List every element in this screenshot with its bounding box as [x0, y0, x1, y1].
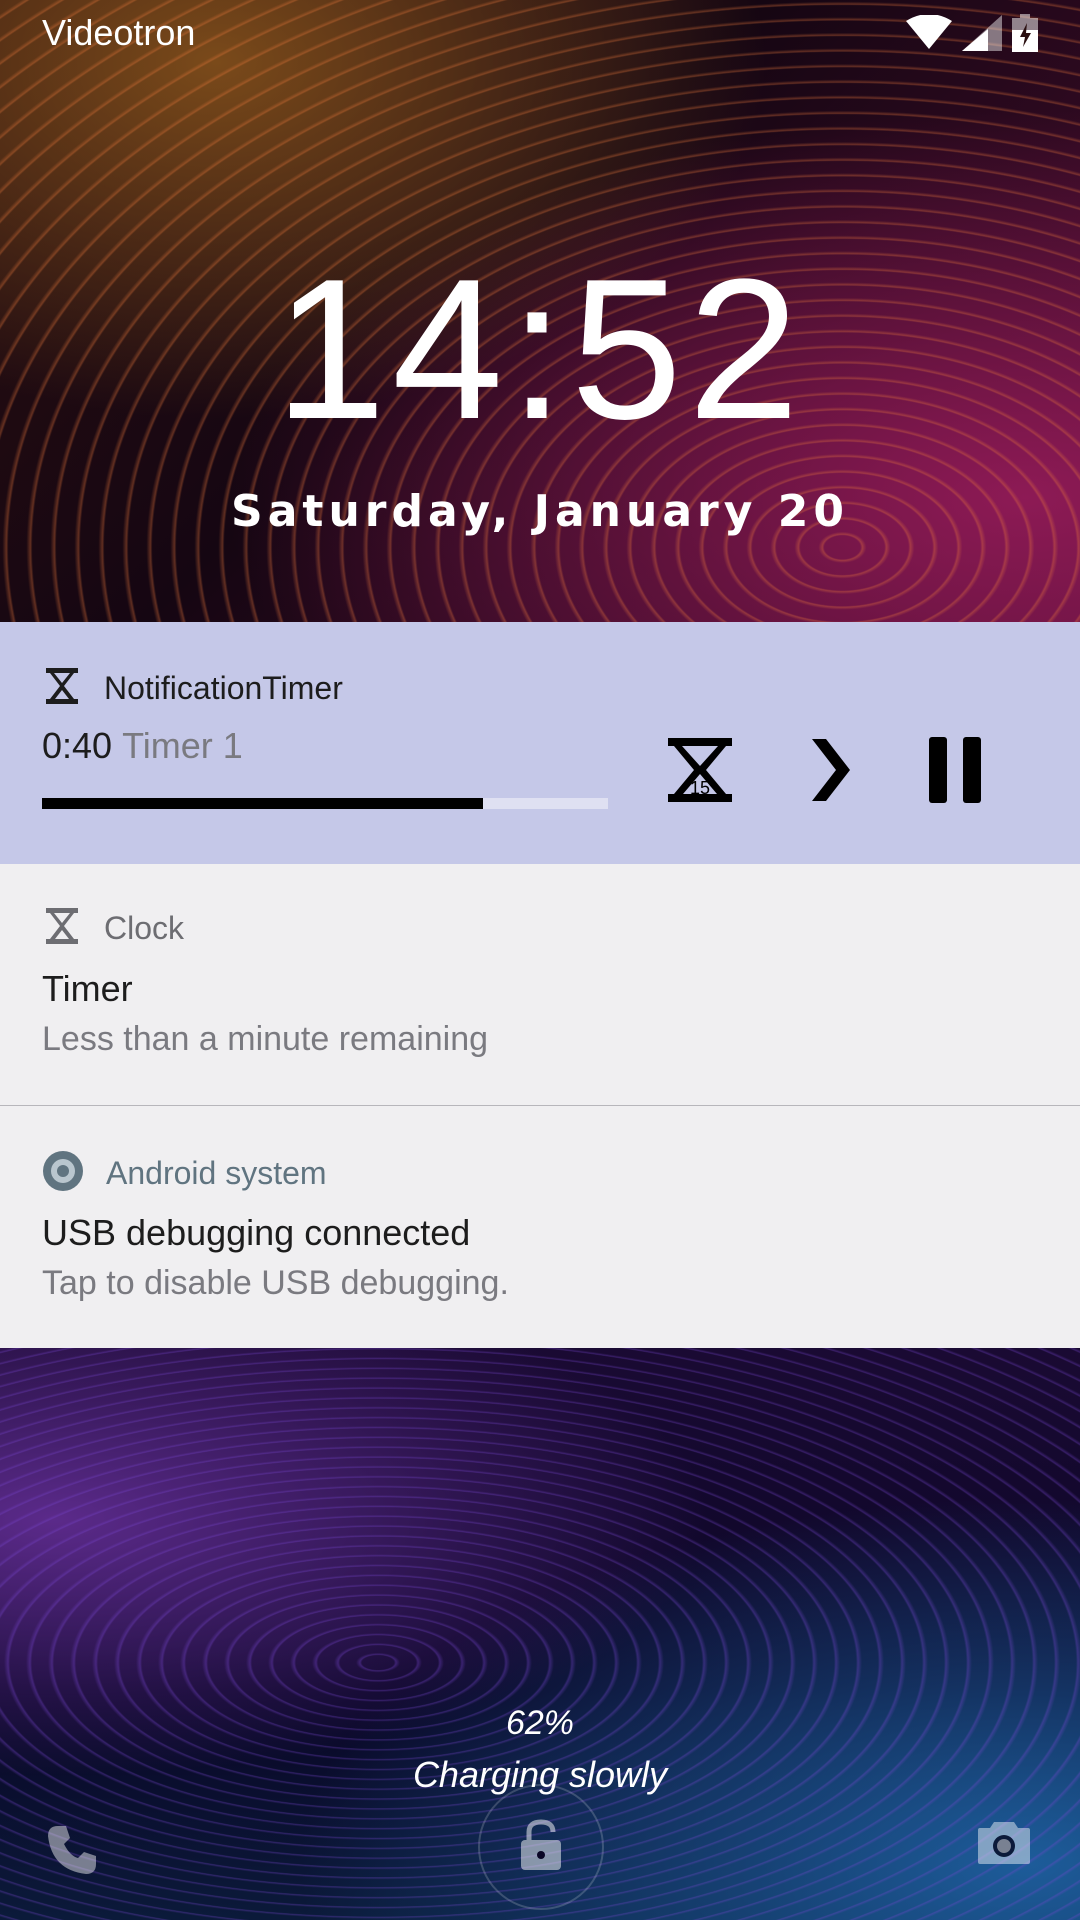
timer-progress-bar — [42, 798, 608, 809]
timer-15-icon[interactable]: 15 — [660, 730, 740, 810]
app-name: Android system — [106, 1155, 327, 1191]
wifi-icon — [906, 15, 952, 51]
lockscreen-date: Saturday, January 20 — [231, 486, 849, 537]
notification-android-header: Android system — [42, 1150, 327, 1197]
notification-timer-header: NotificationTimer — [42, 666, 343, 711]
camera-icon[interactable] — [976, 1818, 1036, 1878]
timer-remaining: 0:40 Timer 1 — [42, 725, 243, 767]
cell-signal-icon — [962, 15, 1002, 51]
app-name: NotificationTimer — [104, 670, 343, 706]
pause-icon[interactable] — [920, 730, 990, 810]
notification-clock-header: Clock — [42, 906, 184, 951]
battery-percentage: 62% — [505, 1704, 575, 1742]
timer-actions: 15 — [660, 730, 990, 810]
battery-charging-icon — [1012, 14, 1038, 52]
hourglass-icon — [42, 666, 82, 711]
timer-progress-fill — [42, 798, 484, 809]
unlock-button[interactable] — [478, 1784, 604, 1910]
android-system-icon — [42, 1150, 84, 1197]
lock-icon — [519, 1818, 563, 1877]
lockscreen-clock: 14:52 — [274, 238, 806, 461]
phone-icon[interactable] — [44, 1822, 104, 1882]
notification-clock[interactable] — [0, 864, 1080, 1105]
chevron-right-icon[interactable] — [800, 730, 860, 810]
svg-text:15: 15 — [690, 778, 710, 798]
status-bar: Videotron — [0, 0, 1080, 64]
notification-text: Tap to disable USB debugging. — [42, 1264, 509, 1302]
notification-title: USB debugging connected — [42, 1212, 471, 1253]
timer-label: Timer 1 — [122, 725, 243, 766]
app-name: Clock — [104, 910, 185, 946]
carrier-name: Videotron — [42, 12, 196, 53]
status-icons — [906, 14, 1038, 52]
notification-text: Less than a minute remaining — [42, 1020, 489, 1058]
notification-title: Timer — [42, 968, 133, 1009]
hourglass-icon — [42, 906, 82, 951]
timer-time: 0:40 — [42, 725, 113, 766]
